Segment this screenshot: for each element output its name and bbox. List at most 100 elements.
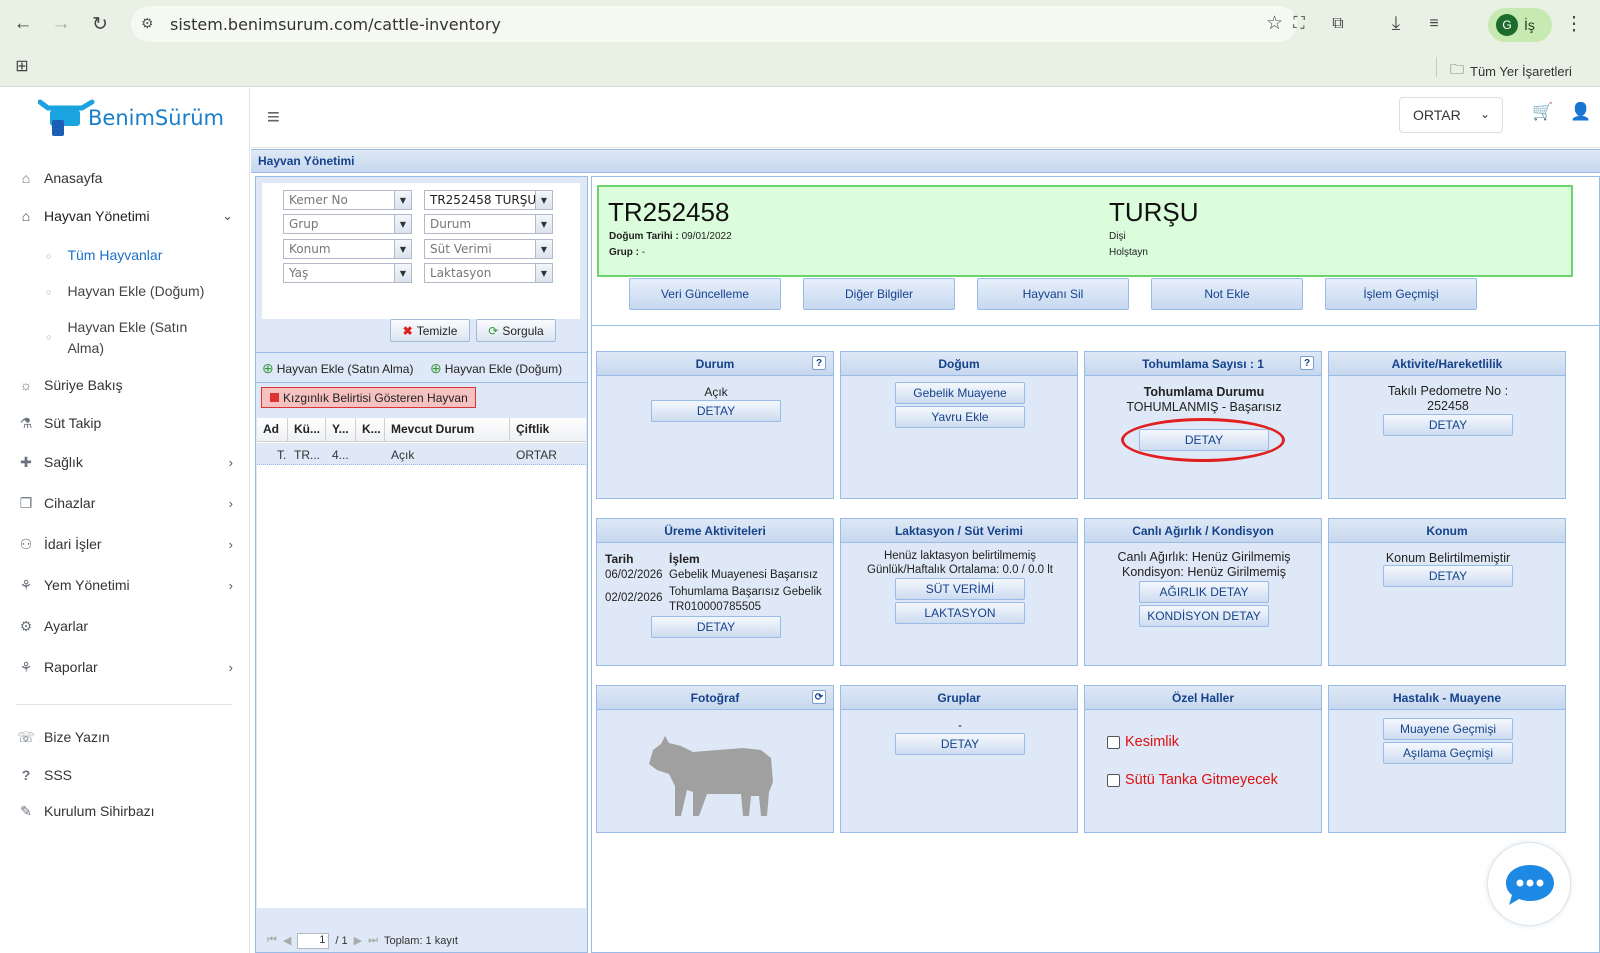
subnav-hayvan-ekle-dogum[interactable]: ○ Hayvan Ekle (Doğum) <box>46 281 236 303</box>
diger-bilgiler-button[interactable]: Diğer Bilgiler <box>803 278 955 310</box>
veri-guncelleme-button[interactable]: Veri Güncelleme <box>629 278 781 310</box>
help-icon[interactable]: ? <box>812 356 826 370</box>
konum-select[interactable]: Konum ▼ <box>283 239 412 259</box>
nav-sss[interactable]: ? SSS <box>18 767 233 783</box>
chat-bubble-icon <box>1506 865 1554 905</box>
konum-detay-button[interactable]: DETAY <box>1383 565 1513 587</box>
screenshot-icon[interactable]: ⛶ <box>1285 10 1313 38</box>
brand-logo[interactable]: BenimSürüm <box>37 94 224 142</box>
close-icon: ✖ <box>402 323 413 338</box>
nav-cihazlar[interactable]: ❐ Cihazlar › <box>18 495 233 512</box>
first-page-icon[interactable]: ⏮ <box>267 934 277 947</box>
filter-box: Kemer No ▼ TR252458 TURŞU ▼ Grup ▼ Durum ▼ K… <box>262 183 580 319</box>
yavru-ekle-button[interactable]: Yavru Ekle <box>895 406 1025 428</box>
nav-anasayfa[interactable]: ⌂ Anasayfa <box>18 170 233 186</box>
agirlik-detay-button[interactable]: AĞIRLIK DETAY <box>1139 581 1269 603</box>
nav-suriye-bakis[interactable]: ☼ Süriye Bakış <box>18 377 233 393</box>
next-page-icon[interactable]: ▶ <box>354 934 362 947</box>
chat-button[interactable] <box>1487 842 1571 926</box>
nav-kurulum[interactable]: ✎ Kurulum Sihirbazı <box>18 803 233 820</box>
hamburger-icon[interactable]: ≡ <box>267 104 280 130</box>
heat-animals-button[interactable]: Kızgınlık Belirtisi Gösteren Hayvan <box>261 387 476 408</box>
col-header[interactable]: Mevcut Durum <box>385 418 510 442</box>
all-bookmarks[interactable]: 🗀 Tüm Yer İşaretleri <box>1450 59 1572 83</box>
not-ekle-button[interactable]: Not Ekle <box>1151 278 1303 310</box>
yas-select[interactable]: Yaş ▼ <box>283 263 412 283</box>
query-button[interactable]: ⟳ Sorgula <box>476 319 556 342</box>
laktasyon-select[interactable]: Laktasyon ▼ <box>424 263 553 283</box>
durum-detay-button[interactable]: DETAY <box>651 400 781 422</box>
table-row[interactable]: T. TR... 4... Açık ORTAR <box>257 443 586 465</box>
divider <box>592 325 1599 326</box>
col-header[interactable]: K... <box>356 418 385 442</box>
ureme-detay-button[interactable]: DETAY <box>651 616 781 638</box>
pedometer-no: 252458 <box>1427 399 1469 413</box>
col-header[interactable]: Ad <box>257 418 288 442</box>
menu-kebab-icon[interactable]: ⋮ <box>1560 10 1588 38</box>
media-icon[interactable]: ≡ <box>1420 10 1448 38</box>
nav-label: SSS <box>44 767 73 783</box>
asilama-gecmisi-button[interactable]: Aşılama Geçmişi <box>1383 742 1513 764</box>
user-icon[interactable]: 👤 <box>1570 102 1591 122</box>
aktivite-detay-button[interactable]: DETAY <box>1383 414 1513 436</box>
profile-chip[interactable]: G İş <box>1488 8 1552 42</box>
sut-verimi-select[interactable]: Süt Verimi ▼ <box>424 239 553 259</box>
card-title: Durum? <box>597 352 833 376</box>
refresh-icon[interactable]: ⟳ <box>812 690 826 704</box>
clear-button[interactable]: ✖ Temizle <box>390 319 470 342</box>
help-icon[interactable]: ? <box>1300 356 1314 370</box>
sut-tanka-checkbox[interactable] <box>1107 773 1120 787</box>
download-icon[interactable]: ⤓ <box>1382 10 1410 38</box>
col-header[interactable]: Çiftlik <box>510 418 586 442</box>
back-icon[interactable]: ← <box>9 10 37 38</box>
bookmark-star-icon[interactable]: ☆ <box>1266 12 1283 35</box>
nav-ayarlar[interactable]: ⚙ Ayarlar <box>18 618 233 635</box>
subnav-tum-hayvanlar[interactable]: ○ Tüm Hayvanlar <box>46 245 236 267</box>
subnav-hayvan-ekle-satin-alma[interactable]: ○ Hayvan Ekle (Satın Alma) <box>46 317 236 359</box>
laktasyon-button[interactable]: LAKTASYON <box>895 602 1025 624</box>
chevron-down-icon: ▼ <box>535 264 552 282</box>
card-laktasyon: Laktasyon / Süt Verimi Henüz laktasyon b… <box>840 518 1078 666</box>
durum-select[interactable]: Durum ▼ <box>424 214 553 234</box>
nav-hayvan-yonetimi[interactable]: ⌂ Hayvan Yönetimi ⌄ <box>18 208 233 224</box>
last-page-icon[interactable]: ⏭ <box>368 934 378 947</box>
kondisyon-detay-button[interactable]: KONDİSYON DETAY <box>1139 605 1269 627</box>
sut-tanka-option[interactable]: Sütü Tanka Gitmeyecek <box>1107 772 1278 788</box>
nav-sut-takip[interactable]: ⚗ Süt Takip <box>18 415 233 432</box>
group-label: Grup : <box>609 247 639 258</box>
card-konum: Konum Konum Belirtilmemiştir DETAY <box>1328 518 1566 666</box>
animal-select[interactable]: TR252458 TURŞU ▼ <box>424 190 553 210</box>
prev-page-icon[interactable]: ◀ <box>283 934 291 947</box>
nav-bize-yazin[interactable]: ☏ Bize Yazın <box>17 729 233 746</box>
kesimlik-option[interactable]: Kesimlik <box>1107 734 1179 750</box>
reload-icon[interactable]: ↻ <box>86 10 114 38</box>
gruplar-detay-button[interactable]: DETAY <box>895 733 1025 755</box>
hayvani-sil-button[interactable]: Hayvanı Sil <box>977 278 1129 310</box>
apps-grid-icon[interactable]: ⊞ <box>8 52 36 80</box>
nav-saglik[interactable]: ✚ Sağlık › <box>18 454 233 471</box>
add-birth-button[interactable]: ⊕ Hayvan Ekle (Doğum) <box>430 360 562 377</box>
page-input[interactable]: 1 <box>297 932 330 949</box>
question-icon: ? <box>21 767 31 783</box>
gebelik-muayene-button[interactable]: Gebelik Muayene <box>895 382 1025 404</box>
kesimlik-checkbox[interactable] <box>1107 735 1120 749</box>
nav-idari-isler[interactable]: ⚇ İdari İşler › <box>18 536 233 553</box>
sut-verimi-button[interactable]: SÜT VERİMİ <box>895 578 1025 600</box>
address-bar[interactable]: ⚙ sistem.benimsurum.com/cattle-inventory… <box>131 6 1297 42</box>
extensions-icon[interactable]: ⧉ <box>1324 10 1352 38</box>
cow-silhouette-icon[interactable] <box>647 730 777 822</box>
add-purchase-button[interactable]: ⊕ Hayvan Ekle (Satın Alma) <box>262 360 413 377</box>
nav-yem-yonetimi[interactable]: ⚘ Yem Yönetimi › <box>18 577 233 594</box>
muayene-gecmisi-button[interactable]: Muayene Geçmişi <box>1383 718 1513 740</box>
col-header[interactable]: Kü... <box>288 418 326 442</box>
card-title-text: Fotoğraf <box>690 690 740 705</box>
cart-icon[interactable]: 🛒 <box>1532 102 1553 122</box>
islem-gecmisi-button[interactable]: İşlem Geçmişi <box>1325 278 1477 310</box>
nav-raporlar[interactable]: ⚘ Raporlar › <box>18 659 233 676</box>
site-settings-icon[interactable]: ⚙ <box>141 15 154 32</box>
col-header[interactable]: Y... <box>326 418 356 442</box>
kemer-no-select[interactable]: Kemer No ▼ <box>283 190 412 210</box>
forward-icon[interactable]: → <box>47 10 75 38</box>
grup-select[interactable]: Grup ▼ <box>283 214 412 234</box>
farm-select[interactable]: ORTAR ⌄ <box>1399 97 1503 133</box>
